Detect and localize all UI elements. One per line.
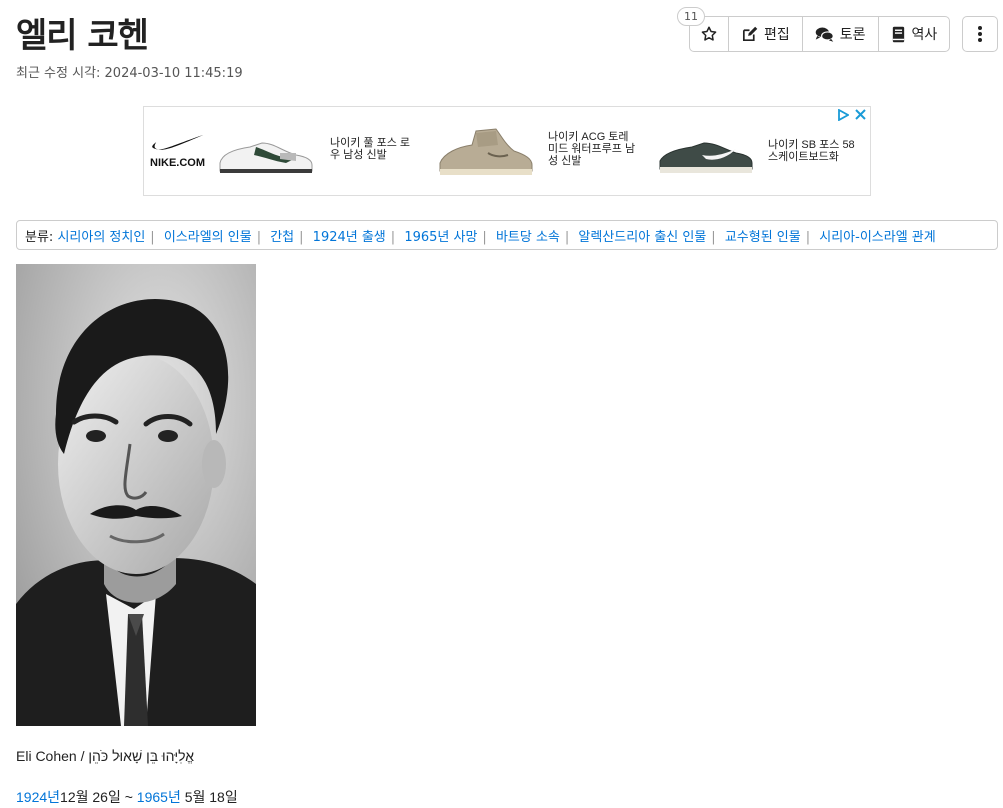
category-link[interactable]: 이스라엘의 인물 xyxy=(164,230,252,245)
ad-item-label: 나이키 SB 포스 58 스케이트보드화 xyxy=(768,139,855,163)
category-separator: | xyxy=(711,230,716,245)
comments-icon xyxy=(815,27,834,42)
lifespan: 1924년12월 26일 ~ 1965년 5월 18일 xyxy=(16,787,238,807)
category-separator: | xyxy=(256,230,262,245)
dark-green-sneaker-icon xyxy=(659,142,753,173)
death-day: 5월 18일 xyxy=(180,789,238,805)
birth-year-link[interactable]: 1924년 xyxy=(16,789,60,805)
category-separator: | xyxy=(482,230,487,245)
nike-swoosh-logo xyxy=(152,134,204,150)
portrait-illustration xyxy=(16,264,256,726)
edit-icon xyxy=(742,26,758,41)
category-label: 분류 xyxy=(25,230,49,245)
category-link[interactable]: 바트당 소속 xyxy=(496,230,560,245)
edit-button[interactable]: 편집 xyxy=(729,17,803,51)
more-options-button[interactable] xyxy=(962,16,998,52)
discuss-button[interactable]: 토론 xyxy=(803,17,879,51)
ad-item[interactable]: 나이키 풀 포스 로우 남성 신발 xyxy=(216,119,416,185)
ad-item[interactable]: 나이키 SB 포스 58 스케이트보드화 xyxy=(656,119,866,185)
category-link[interactable]: 1924년 출생 xyxy=(313,230,386,245)
category-link[interactable]: 시리아-이스라엘 관계 xyxy=(819,230,935,245)
category-separator: | xyxy=(390,230,396,245)
category-link[interactable]: 1965년 사망 xyxy=(404,230,477,245)
category-separator: | xyxy=(564,230,570,245)
book-icon xyxy=(892,26,904,42)
star-count-badge: 11 xyxy=(677,7,705,26)
article-toolbar: 편집 토론 역사 xyxy=(689,16,951,52)
edit-label: 편집 xyxy=(764,27,790,43)
death-year-link[interactable]: 1965년 xyxy=(137,789,181,805)
last-modified: 최근 수정 시각: 2024-03-10 11:45:19 xyxy=(16,66,243,81)
image-caption: Eli Cohen / אֱלִיָּהוּ בֵּן שָׁאוּל כֹּה… xyxy=(16,748,195,764)
page-title: 엘리 코헨 xyxy=(16,16,149,56)
birth-day: 12월 26일 xyxy=(60,789,121,805)
category-link[interactable]: 간첩 xyxy=(270,230,294,245)
ad-item-label: 나이키 ACG 토레 미드 워터프루프 남성 신발 xyxy=(548,131,636,167)
star-icon xyxy=(701,26,717,41)
vertical-ellipsis-icon xyxy=(978,26,982,42)
ad-item-label: 나이키 풀 포스 로우 남성 신발 xyxy=(330,137,411,161)
category-separator: | xyxy=(299,230,304,245)
category-link[interactable]: 시리아의 정치인 xyxy=(57,230,145,245)
khaki-boot-icon xyxy=(439,128,533,175)
portrait-image[interactable] xyxy=(16,264,256,726)
category-separator: | xyxy=(805,230,811,245)
category-bar: 분류: 시리아의 정치인 | 이스라엘의 인물 | 간첩 | 1924년 출생 | 19… xyxy=(16,220,998,250)
history-label: 역사 xyxy=(911,27,938,43)
date-separator: ~ xyxy=(120,789,137,805)
history-button[interactable]: 역사 xyxy=(879,17,950,51)
category-link[interactable]: 교수형된 인물 xyxy=(725,230,801,245)
advertisement-banner[interactable]: NIKE.COM 나이키 풀 포스 로우 남성 신발 나이키 ACG 토레 미드… xyxy=(143,106,871,196)
category-link[interactable]: 알렉산드리아 출신 인물 xyxy=(578,230,706,245)
discuss-label: 토론 xyxy=(839,27,866,43)
ad-item[interactable]: 나이키 ACG 토레 미드 워터프루프 남성 신발 xyxy=(436,119,646,185)
white-green-sneaker-icon xyxy=(219,142,313,173)
ad-brand-text: NIKE.COM xyxy=(150,157,205,169)
category-separator: | xyxy=(150,230,155,245)
